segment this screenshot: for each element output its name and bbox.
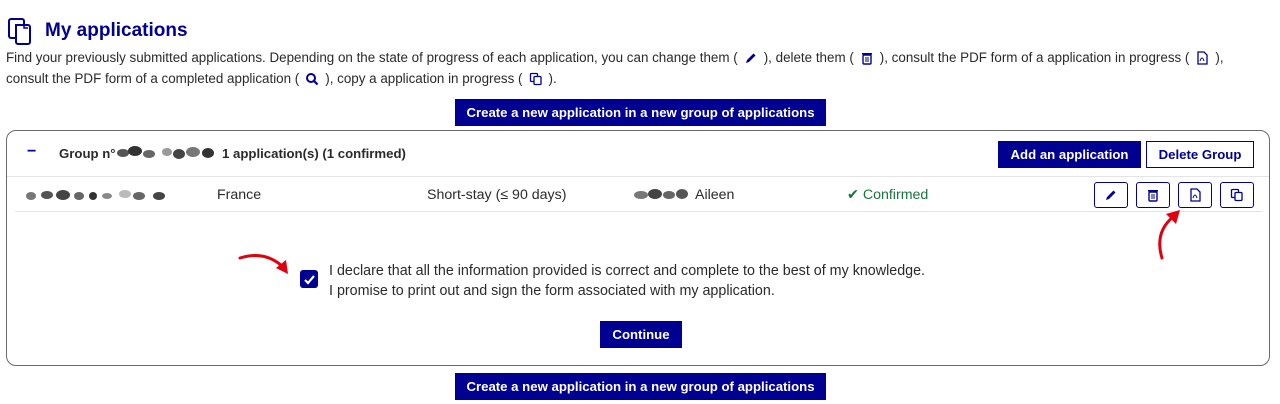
status-label: Confirmed xyxy=(862,187,929,203)
page-header: My applications xyxy=(6,16,188,46)
page-title: My applications xyxy=(45,20,188,41)
annotation-arrow-left xyxy=(238,254,288,274)
checkmark-icon xyxy=(303,274,315,285)
copy-application-icon xyxy=(1230,188,1243,202)
copy-application-button[interactable] xyxy=(1220,182,1254,208)
trash-icon xyxy=(861,53,872,65)
continue-button[interactable]: Continue xyxy=(600,321,682,348)
delete-application-button[interactable] xyxy=(1136,182,1170,208)
pencil-icon xyxy=(745,53,756,63)
create-new-group-button[interactable]: Create a new application in a new group … xyxy=(455,99,826,126)
add-application-button[interactable]: Add an application xyxy=(998,141,1141,168)
edit-pencil-icon xyxy=(1106,190,1116,200)
application-row: France Short-stay (≤ 90 days) Aileen ✔ C… xyxy=(15,178,1263,212)
intro-text: Find your previously submitted applicati… xyxy=(6,50,1224,86)
declaration-checkbox[interactable] xyxy=(300,270,318,288)
group-application-count: 1 application(s) (1 confirmed) xyxy=(222,146,406,161)
application-status: ✔ Confirmed xyxy=(847,187,928,203)
create-new-group-button-bottom[interactable]: Create a new application in a new group … xyxy=(455,373,826,400)
redacted-surname xyxy=(634,189,688,199)
copy-documents-icon xyxy=(8,18,31,45)
magnifier-icon xyxy=(306,73,319,86)
group-label: Group n° xyxy=(59,146,116,161)
application-visa-type: Short-stay (≤ 90 days) xyxy=(427,187,567,203)
pdf-icon xyxy=(1197,51,1209,65)
collapse-toggle[interactable]: − xyxy=(27,143,36,161)
pdf-form-button[interactable] xyxy=(1178,182,1212,208)
delete-trash-icon xyxy=(1148,190,1158,202)
redacted-group-number xyxy=(117,146,214,159)
pdf-form-icon xyxy=(1190,188,1201,202)
copy-icon xyxy=(529,72,542,86)
group-header: − Group n° 1 application(s) (1 confirmed… xyxy=(7,131,1269,177)
application-first-name: Aileen xyxy=(695,187,735,203)
edit-application-button[interactable] xyxy=(1094,182,1128,208)
annotation-arrow-right xyxy=(1158,210,1180,260)
application-group: − Group n° 1 application(s) (1 confirmed… xyxy=(6,130,1270,366)
delete-group-button[interactable]: Delete Group xyxy=(1146,141,1254,168)
check-icon: ✔ xyxy=(847,187,859,203)
redacted-applicant-name xyxy=(26,190,165,200)
application-country: France xyxy=(217,187,262,203)
declaration-text: I declare that all the information provi… xyxy=(329,263,926,299)
